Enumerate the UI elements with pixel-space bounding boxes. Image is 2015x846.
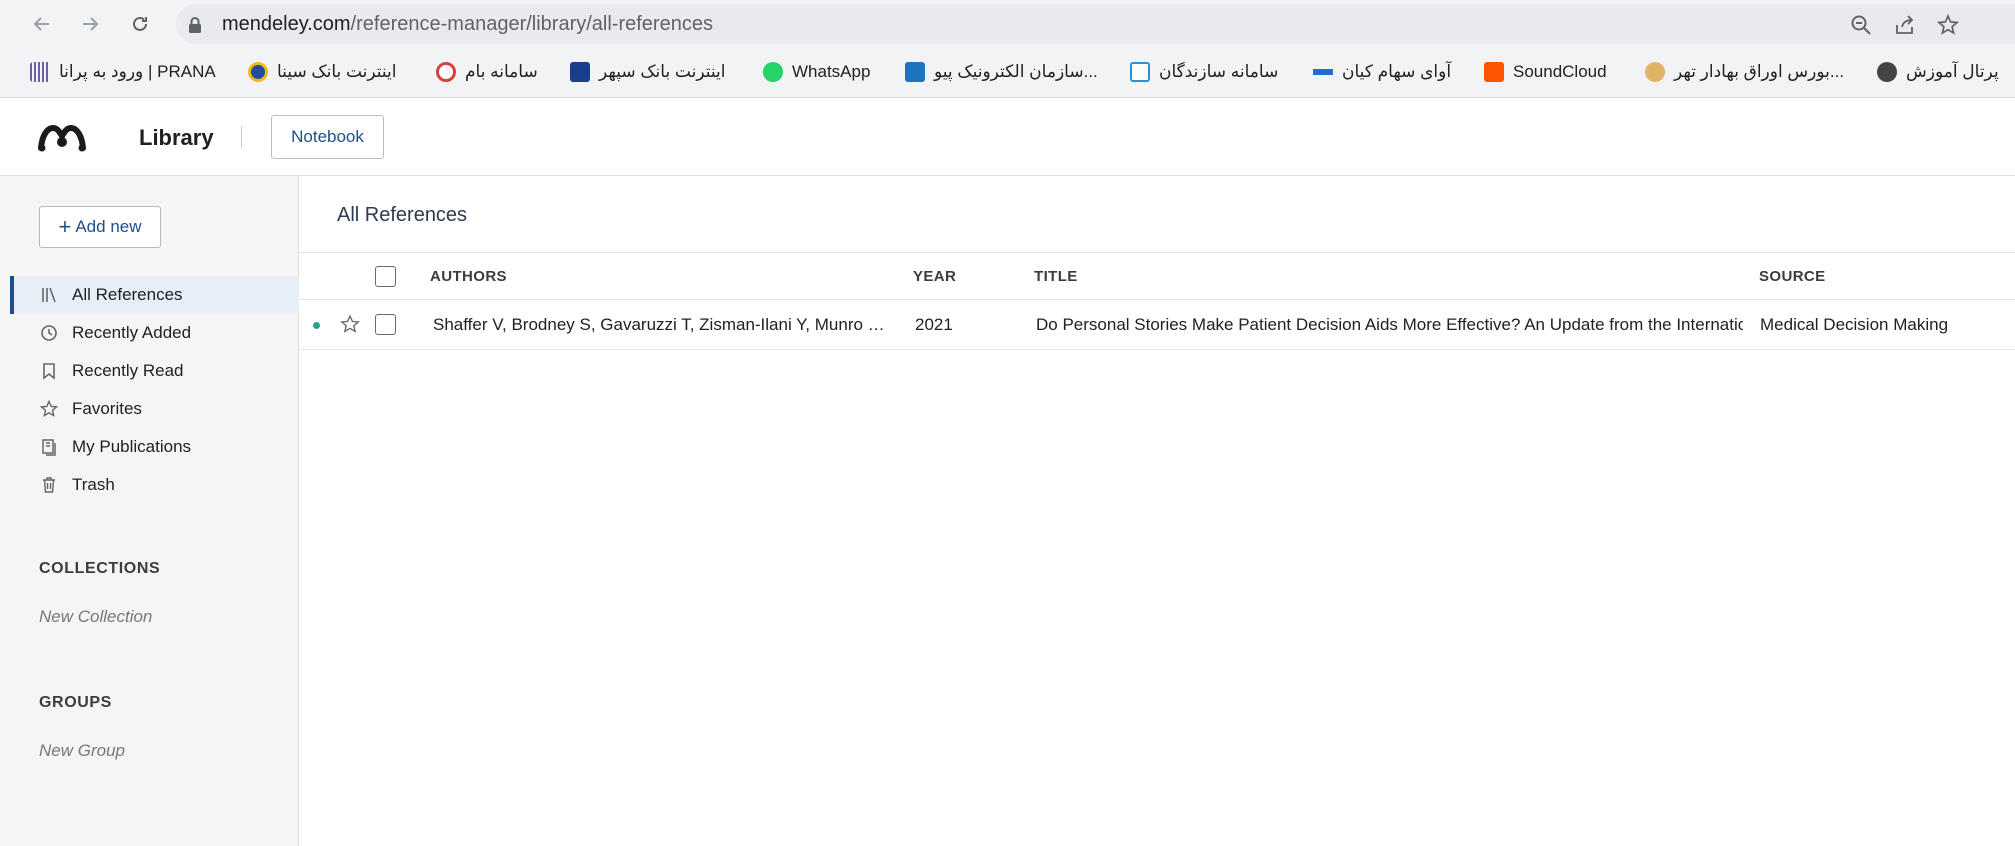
bookmark-whatsapp[interactable]: WhatsApp [763,59,870,85]
column-header-authors[interactable]: AUTHORS [430,268,507,285]
outlook-icon [905,62,925,82]
soundcloud-icon [1484,62,1504,82]
row-title: Do Personal Stories Make Patient Decisio… [1036,315,1743,334]
sidebar: + Add new All References Recently Added … [0,176,299,846]
star-icon [40,400,58,418]
sidebar-item-label: Favorites [72,399,142,418]
bookmark-label: SoundCloud [1513,62,1607,81]
prana-icon [30,62,50,82]
bookmark-label: سازمان الکترونیک پیو... [934,62,1098,81]
row-year: 2021 [915,315,953,334]
clock-icon [41,325,57,341]
trash-icon [43,477,55,493]
browser-toolbar: mendeley.com/reference-manager/library/a… [0,0,2015,48]
sidebar-item-label: Recently Added [72,323,192,342]
sidebar-item-label: My Publications [72,437,192,456]
sidebar-item-favorites[interactable]: Favorites [10,390,299,428]
bookmark-label: سامانه بام [465,62,538,81]
add-new-label: Add new [75,217,142,236]
column-header-title[interactable]: TITLE [1034,268,1078,285]
kian-icon [1313,62,1333,82]
bookmark-soundcloud[interactable]: SoundCloud [1484,59,1607,85]
arrow-right-icon [83,17,99,31]
lock-icon [189,17,201,33]
bookmark-sina-bank[interactable]: اینترنت بانک سینا [248,59,397,85]
header-divider [241,126,242,148]
new-group-link[interactable]: New Group [39,741,125,761]
sidebar-item-label: Recently Read [72,361,184,380]
globe-icon [1877,62,1897,82]
bookmark-star-button[interactable] [1937,14,1959,36]
app-header: Library Notebook [0,98,2015,176]
sidebar-item-trash[interactable]: Trash [10,466,299,504]
bookmark-label: بورس اوراق بهادار تهر... [1674,62,1845,81]
bookmark-label: سامانه سازندگان [1159,62,1279,81]
page-title: All References [337,204,468,226]
row-authors: Shaffer V, Brodney S, Gavaruzzi T, Zisma… [433,315,895,334]
unread-indicator [313,322,320,329]
sidebar-nav: All References Recently Added Recently R… [10,276,299,504]
sepah-bank-icon [570,62,590,82]
column-header-year[interactable]: YEAR [913,268,956,285]
bookmark-icon [43,363,55,380]
reload-button[interactable] [126,10,154,38]
bookmark-electronic-org[interactable]: سازمان الکترونیک پیو... [905,59,1098,85]
tse-icon [1645,62,1665,82]
library-icon [42,287,56,303]
back-button[interactable] [28,10,56,38]
sidebar-item-label: Trash [72,475,115,494]
table-row[interactable]: Shaffer V, Brodney S, Gavaruzzi T, Zisma… [299,300,2015,350]
forward-button[interactable] [76,10,104,38]
sidebar-item-label: All References [72,285,183,304]
bookmark-label: ورود به پرانا | PRANA [59,62,216,81]
select-all-checkbox[interactable] [375,266,396,287]
sina-bank-icon [248,62,268,82]
mendeley-logo-icon [38,124,86,152]
address-bar[interactable]: mendeley.com/reference-manager/library/a… [176,4,2015,44]
bookmark-tse[interactable]: بورس اوراق بهادار تهر... [1645,59,1844,85]
notebook-button[interactable]: Notebook [271,115,384,159]
bookmark-label: اینترنت بانک سینا [277,62,397,81]
main-content: All References AUTHORS YEAR TITLE SOURCE… [299,176,2015,846]
bookmark-kian[interactable]: آوای سهام کیان [1313,59,1451,85]
bookmark-label: پرتال آموزش [1906,62,1999,81]
bookmark-sazandegan[interactable]: سامانه سازندگان [1130,59,1278,85]
bookmark-label: WhatsApp [792,62,871,81]
bookmark-sepah-bank[interactable]: اینترنت بانک سپهر [570,59,725,85]
column-header-source[interactable]: SOURCE [1759,268,1826,285]
table-header: AUTHORS YEAR TITLE SOURCE [299,252,2015,300]
zoom-button[interactable] [1850,14,1872,36]
plus-icon: + [58,214,72,239]
star-outline-icon [1937,14,1959,35]
bookmark-prana[interactable]: ورود به پرانا | PRANA [30,59,216,85]
url-text: mendeley.com/reference-manager/library/a… [222,13,713,35]
mendeley-logo[interactable] [38,122,86,152]
sidebar-item-my-publications[interactable]: My Publications [10,428,299,466]
app-title: Library [139,125,214,150]
groups-heading: GROUPS [39,694,112,711]
collections-heading: COLLECTIONS [39,560,161,577]
new-collection-link[interactable]: New Collection [39,607,152,627]
zoom-out-icon [1851,15,1871,35]
bookmark-portal[interactable]: پرتال آموزش [1877,59,1999,85]
whatsapp-icon [763,62,783,82]
bam-icon [436,62,456,82]
bookmark-label: اینترنت بانک سپهر [599,62,726,81]
bookmark-bam[interactable]: سامانه بام [436,59,538,85]
share-button[interactable] [1894,14,1916,36]
sidebar-item-all-references[interactable]: All References [10,276,299,314]
row-source: Medical Decision Making [1760,315,1949,334]
add-new-button[interactable]: + Add new [39,206,161,248]
bookmarks-bar: ورود به پرانا | PRANA اینترنت بانک سینا … [0,48,2015,98]
sidebar-item-recently-added[interactable]: Recently Added [10,314,299,352]
arrow-left-icon [33,17,49,31]
sidebar-item-recently-read[interactable]: Recently Read [10,352,299,390]
favorite-star-icon[interactable] [340,314,360,334]
publications-icon [42,439,56,456]
bookmark-label: آوای سهام کیان [1342,62,1452,81]
reload-icon [133,16,147,31]
row-checkbox[interactable] [375,314,396,335]
sazandegan-icon [1130,62,1150,82]
share-icon [1896,15,1914,34]
